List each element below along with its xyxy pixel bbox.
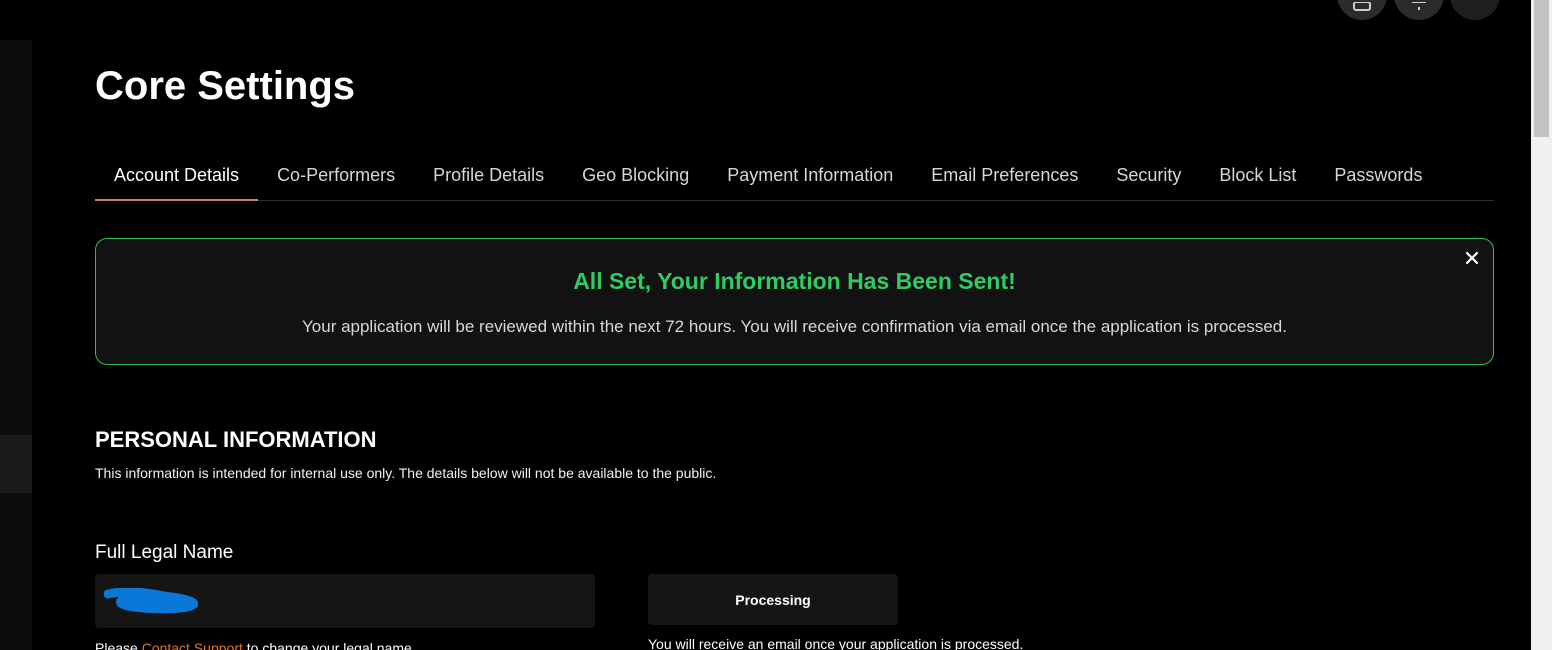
tab-passwords[interactable]: Passwords	[1315, 152, 1441, 200]
sidebar-item-active[interactable]	[0, 435, 32, 493]
sidebar	[0, 40, 32, 650]
avatar[interactable]	[1450, 0, 1500, 20]
success-alert: All Set, Your Information Has Been Sent!…	[95, 238, 1494, 365]
processing-note: You will receive an email once your appl…	[648, 636, 1024, 650]
tab-co-performers[interactable]: Co-Performers	[258, 152, 414, 200]
legal-name-hint: Please Contact Support to change your le…	[95, 640, 416, 650]
notification-icon	[1412, 2, 1426, 10]
hint-suffix: to change your legal name.	[242, 640, 416, 650]
legal-name-label: Full Legal Name	[95, 542, 234, 563]
tab-profile-details[interactable]: Profile Details	[414, 152, 563, 200]
hint-prefix: Please	[95, 640, 142, 650]
section-description: This information is intended for interna…	[95, 465, 717, 481]
processing-status-button[interactable]: Processing	[648, 574, 898, 625]
page-title: Core Settings	[95, 64, 356, 108]
close-icon[interactable]	[1463, 249, 1481, 267]
store-button[interactable]	[1337, 0, 1387, 20]
page-scrollbar[interactable]	[1531, 0, 1552, 650]
redaction-scribble	[104, 588, 198, 614]
page: Core Settings Account Details Co-Perform…	[0, 0, 1552, 650]
store-icon	[1353, 2, 1371, 11]
contact-support-link[interactable]: Contact Support	[142, 640, 243, 650]
tab-email-preferences[interactable]: Email Preferences	[912, 152, 1097, 200]
alert-message: Your application will be reviewed within…	[302, 317, 1287, 336]
alert-title: All Set, Your Information Has Been Sent!	[573, 268, 1016, 294]
tab-security[interactable]: Security	[1097, 152, 1200, 200]
section-title: PERSONAL INFORMATION	[95, 427, 377, 452]
tab-geo-blocking[interactable]: Geo Blocking	[563, 152, 708, 200]
tab-block-list[interactable]: Block List	[1200, 152, 1315, 200]
settings-tabs: Account Details Co-Performers Profile De…	[95, 152, 1494, 201]
tab-payment-information[interactable]: Payment Information	[708, 152, 912, 200]
scrollbar-thumb[interactable]	[1534, 0, 1549, 137]
notification-button[interactable]	[1394, 0, 1444, 20]
tab-account-details[interactable]: Account Details	[95, 152, 259, 201]
